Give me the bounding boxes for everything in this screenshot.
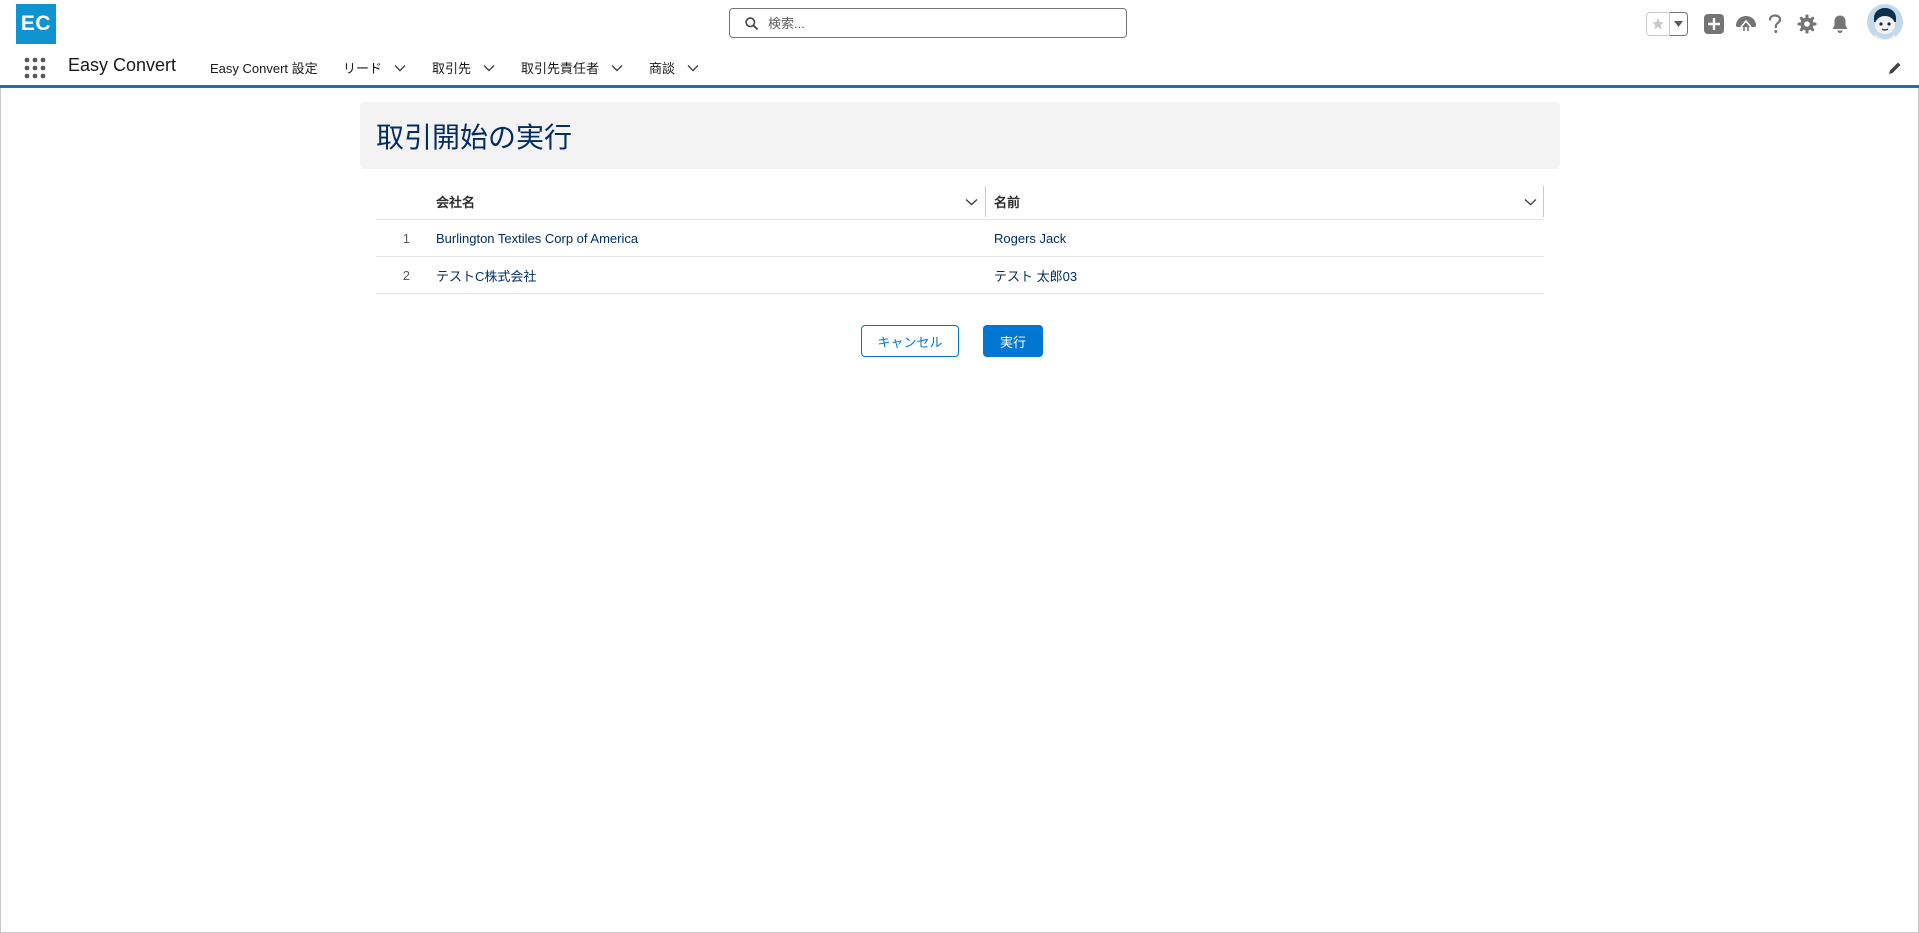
chevron-down-icon[interactable] <box>394 64 406 72</box>
run-button[interactable]: 実行 <box>983 325 1043 357</box>
row-number: 2 <box>402 267 410 283</box>
chevron-down-icon[interactable] <box>687 64 699 72</box>
nav-item-accounts[interactable]: 取引先 <box>432 58 495 77</box>
company-link[interactable]: テストC株式会社 <box>436 257 536 293</box>
nav-item-contacts[interactable]: 取引先責任者 <box>521 58 623 77</box>
table-header: 会社名 名前 <box>376 184 1544 220</box>
help-icon[interactable] <box>1765 0 1785 48</box>
favorites-group <box>1646 12 1688 36</box>
trailhead-icon[interactable] <box>1733 0 1759 48</box>
nav-item-label: Easy Convert 設定 <box>210 61 318 76</box>
column-resize-handle[interactable] <box>1543 186 1544 217</box>
column-header-name[interactable]: 名前 <box>994 184 1544 219</box>
edit-nav-pencil-icon[interactable] <box>1888 61 1902 75</box>
nav-item-leads[interactable]: リード <box>343 58 406 77</box>
records-table: 会社名 名前 1 Burlington Textiles Corp of Ame… <box>376 184 1544 294</box>
setup-gear-icon[interactable] <box>1796 0 1818 48</box>
nav-item-label: 商談 <box>649 61 676 76</box>
user-avatar[interactable] <box>1867 4 1903 40</box>
app-launcher-icon[interactable] <box>24 57 46 79</box>
page-header: 取引開始の実行 <box>360 102 1560 169</box>
contact-name-link[interactable]: Rogers Jack <box>994 220 1066 256</box>
app-logo[interactable]: EC <box>16 4 56 44</box>
contact-name-link[interactable]: テスト 太郎03 <box>994 257 1077 293</box>
nav-item-label: 取引先責任者 <box>521 61 600 76</box>
company-link[interactable]: Burlington Textiles Corp of America <box>436 220 638 256</box>
favorite-star-icon[interactable] <box>1646 12 1670 36</box>
column-resize-handle[interactable] <box>985 186 986 217</box>
nav-item-opportunities[interactable]: 商談 <box>649 58 699 77</box>
cancel-button[interactable]: キャンセル <box>861 325 959 357</box>
notifications-bell-icon[interactable] <box>1829 0 1851 48</box>
favorites-dropdown-icon[interactable] <box>1670 12 1688 36</box>
frame-border <box>0 88 1 933</box>
search-input[interactable] <box>766 14 1110 32</box>
chevron-down-icon[interactable] <box>483 64 495 72</box>
global-actions-add-icon[interactable] <box>1702 0 1726 48</box>
chevron-down-icon[interactable] <box>1524 198 1537 206</box>
row-number: 1 <box>402 230 410 246</box>
chevron-down-icon[interactable] <box>965 198 978 206</box>
nav-item-label: 取引先 <box>432 61 472 76</box>
column-header-label: 名前 <box>994 195 1021 210</box>
column-header-label: 会社名 <box>436 195 476 210</box>
nav-item-label: リード <box>343 61 383 76</box>
search-icon <box>745 16 758 30</box>
chevron-down-icon[interactable] <box>611 64 623 72</box>
table-row: 1 Burlington Textiles Corp of America Ro… <box>376 220 1544 257</box>
table-row: 2 テストC株式会社 テスト 太郎03 <box>376 257 1544 294</box>
global-search[interactable] <box>729 8 1127 38</box>
app-nav-bar: Easy Convert Easy Convert 設定 リード 取引先 取引先… <box>0 48 1919 88</box>
app-name: Easy Convert <box>68 55 177 75</box>
page-title: 取引開始の実行 <box>376 122 573 153</box>
global-header: EC <box>0 0 1919 48</box>
column-header-company[interactable]: 会社名 <box>436 184 991 219</box>
nav-item-easy-convert-settings[interactable]: Easy Convert 設定 <box>210 58 318 77</box>
